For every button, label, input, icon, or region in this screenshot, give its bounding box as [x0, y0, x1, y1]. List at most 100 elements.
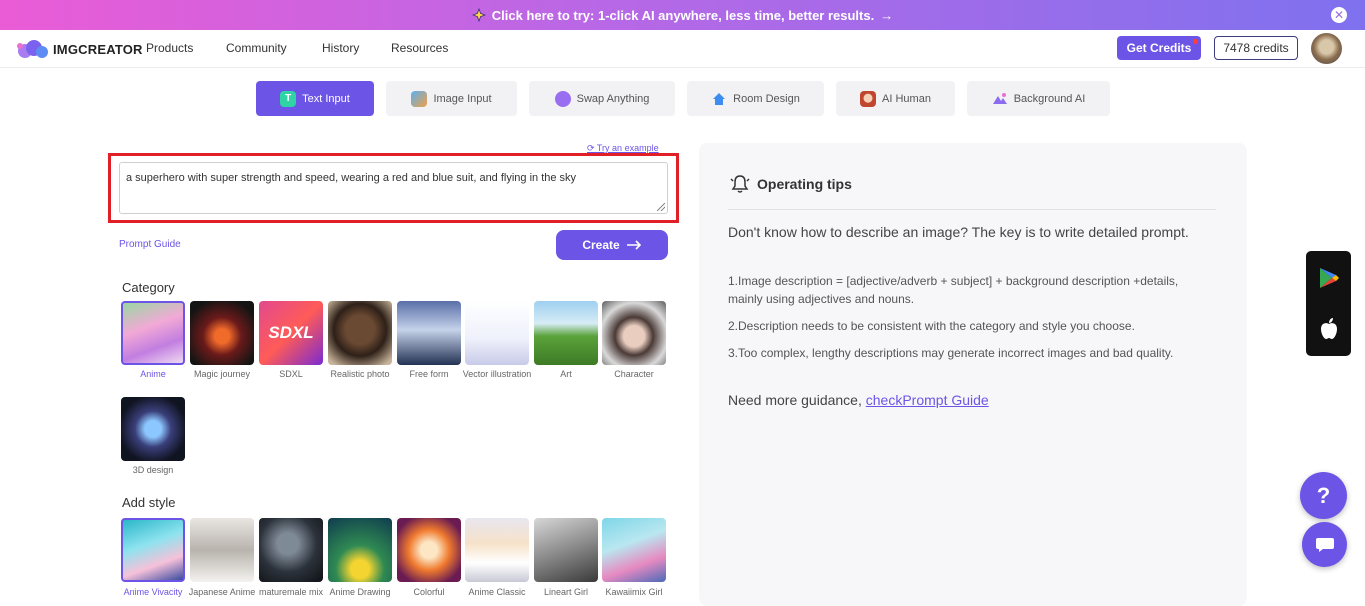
style-maturemale-mix[interactable] [259, 518, 323, 582]
human-icon [860, 90, 877, 107]
tips-title: Operating tips [757, 176, 852, 192]
style-label: Anime Drawing [329, 587, 391, 597]
category-label: Art [560, 369, 572, 379]
category-anime[interactable] [121, 301, 185, 365]
category-label: Free form [409, 369, 449, 379]
style-title: Add style [122, 495, 176, 510]
help-button[interactable]: ? [1300, 472, 1347, 519]
tip-intro: Don't know how to describe an image? The… [728, 224, 1189, 240]
tip-2: 2.Description needs to be consistent wit… [728, 319, 1135, 333]
apple-icon[interactable] [1318, 317, 1340, 341]
category-label: Character [614, 369, 654, 379]
try-example-label: Try an example [596, 143, 659, 153]
style-label: Japanese Anime [188, 587, 256, 597]
promo-banner[interactable]: Click here to try: 1-click AI anywhere, … [0, 0, 1365, 30]
style-kawaiimix-girl[interactable] [602, 518, 666, 582]
logo-text: IMGCREATOR [53, 41, 143, 57]
credits-balance[interactable]: 7478 credits [1214, 36, 1298, 60]
category-label: 3D design [132, 465, 174, 475]
get-credits-button[interactable]: Get Credits [1117, 36, 1201, 60]
tab-label: Background AI [1013, 92, 1086, 105]
text-icon: T [280, 90, 297, 107]
category-art[interactable] [534, 301, 598, 365]
create-button[interactable]: Create [556, 230, 668, 260]
image-icon [411, 90, 428, 107]
tip-more: Need more guidance, checkPrompt Guide [728, 390, 1208, 411]
tips-heading: Operating tips [729, 173, 852, 195]
category-character[interactable] [602, 301, 666, 365]
avatar[interactable] [1311, 33, 1342, 64]
house-icon [713, 92, 726, 105]
tab-image-input[interactable]: Image Input [386, 81, 517, 116]
nav-products[interactable]: Products [146, 41, 193, 55]
category-realistic-photo[interactable] [328, 301, 392, 365]
sdxl-text: SDXL [268, 323, 314, 342]
tab-label: Text Input [302, 92, 350, 105]
chat-icon [1315, 537, 1334, 552]
nav-history[interactable]: History [322, 41, 359, 55]
banner-text[interactable]: Click here to try: 1-click AI anywhere, … [492, 8, 874, 23]
arrow-right-icon: → [880, 7, 894, 23]
arrow-right-icon [626, 240, 641, 250]
sparkle-icon [471, 8, 486, 22]
close-icon[interactable]: ✕ [1331, 7, 1347, 23]
nav-resources[interactable]: Resources [391, 41, 448, 55]
app-download-panel [1306, 251, 1351, 356]
category-label: Magic journey [193, 369, 251, 379]
get-credits-label: Get Credits [1126, 41, 1192, 55]
prompt-text: a superhero with super strength and spee… [126, 172, 577, 184]
tip-more-text: Need more guidance, [728, 392, 866, 408]
category-title: Category [122, 280, 175, 295]
style-colorful[interactable] [397, 518, 461, 582]
cloud-logo-icon [17, 40, 48, 58]
chat-button[interactable] [1302, 522, 1347, 567]
divider [728, 209, 1216, 210]
category-magic-journey[interactable] [190, 301, 254, 365]
category-label: Vector illustration [462, 369, 532, 379]
prompt-highlight: a superhero with super strength and spee… [108, 153, 679, 223]
style-label: Anime Vivacity [123, 587, 183, 597]
resize-handle-icon[interactable] [657, 203, 665, 211]
google-play-icon[interactable] [1318, 266, 1340, 290]
tab-label: Swap Anything [576, 92, 650, 105]
tip-3: 3.Too complex, lengthy descriptions may … [728, 346, 1174, 360]
tip-1: 1.Image description = [adjective/adverb … [728, 274, 1179, 306]
prompt-guide-link[interactable]: checkPrompt Guide [866, 392, 989, 408]
style-lineart-girl[interactable] [534, 518, 598, 582]
nav-community[interactable]: Community [226, 41, 287, 55]
style-label: Kawaiimix Girl [605, 587, 663, 597]
category-free-form[interactable] [397, 301, 461, 365]
operating-tips-panel: Operating tips Don't know how to describ… [699, 143, 1247, 606]
create-label: Create [582, 238, 620, 252]
tab-label: Image Input [433, 92, 492, 105]
style-label: Lineart Girl [543, 587, 588, 597]
swap-icon [554, 90, 571, 107]
category-label: SDXL [279, 369, 303, 379]
tab-background-ai[interactable]: Background AI [967, 81, 1110, 116]
style-anime-drawing[interactable] [328, 518, 392, 582]
style-anime-classic[interactable] [465, 518, 529, 582]
style-label: Anime Classic [468, 587, 526, 597]
refresh-icon: ⟳ [587, 143, 595, 153]
category-label: Realistic photo [330, 369, 390, 379]
style-japanese-anime[interactable] [190, 518, 254, 582]
tab-room-design[interactable]: Room Design [687, 81, 824, 116]
category-3d-design[interactable] [121, 397, 185, 461]
bell-icon [730, 175, 750, 193]
category-vector-illustration[interactable] [465, 301, 529, 365]
tab-text-input[interactable]: T Text Input [256, 81, 374, 116]
logo[interactable]: IMGCREATOR [15, 38, 143, 60]
prompt-textarea[interactable]: a superhero with super strength and spee… [119, 162, 668, 214]
tab-swap-anything[interactable]: Swap Anything [529, 81, 675, 116]
top-nav: IMGCREATOR Products Community History Re… [0, 30, 1365, 68]
style-label: maturemale mix [258, 587, 323, 597]
tab-label: AI Human [882, 92, 931, 105]
category-label: Anime [140, 369, 166, 379]
tab-label: Room Design [733, 92, 800, 105]
category-sdxl[interactable]: SDXL [259, 301, 323, 365]
prompt-guide-link[interactable]: Prompt Guide [119, 239, 181, 250]
style-anime-vivacity[interactable] [121, 518, 185, 582]
background-icon [992, 92, 1007, 104]
tab-ai-human[interactable]: AI Human [836, 81, 955, 116]
style-label: Colorful [413, 587, 445, 597]
